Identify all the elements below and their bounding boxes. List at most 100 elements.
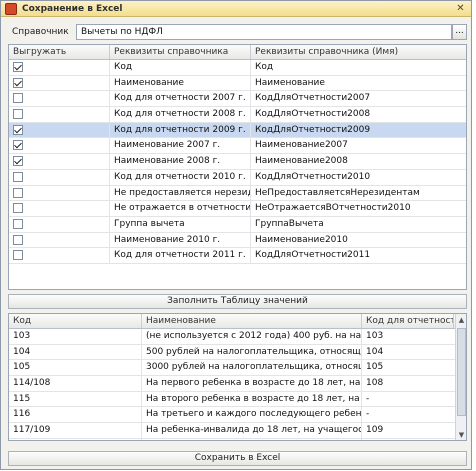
value-row[interactable]: 114/108 На первого ребенка в возрасте до … — [9, 376, 455, 392]
export-checkbox[interactable] — [13, 250, 23, 261]
select-reference-button[interactable]: ... — [452, 24, 467, 40]
attribute-cell: Группа вычета — [110, 216, 251, 232]
attribute-name-cell: КодДляОтчетности2011 — [255, 250, 371, 261]
value-row[interactable]: 117/109 На ребенка-инвалида до 18 лет, на… — [9, 423, 455, 439]
attribute-row[interactable]: Код Код — [9, 60, 466, 76]
export-checkbox[interactable] — [13, 62, 23, 72]
attribute-cell: Не предоставляется нерезид... — [110, 185, 251, 201]
attribute-cell: Код для отчетности 2011 г. — [110, 248, 251, 263]
attribute-name-cell: Код — [255, 62, 274, 72]
report-code-cell: - — [366, 393, 370, 404]
export-cell[interactable] — [9, 138, 110, 154]
report-code-cell: 109 — [366, 425, 384, 436]
attribute-row[interactable]: Код для отчетности 2009 г. КодДляОтчетнос… — [9, 122, 466, 139]
attribute-row[interactable]: Код для отчетности 2011 г. КодДляОтчетнос… — [9, 248, 466, 264]
export-cell[interactable] — [9, 185, 110, 201]
export-checkbox[interactable] — [13, 171, 23, 182]
window-title: Сохранение в Excel — [22, 3, 123, 14]
attributes-table: Выгружать Реквизиты справочника Реквизит… — [8, 44, 467, 290]
export-cell[interactable] — [9, 91, 110, 107]
export-cell[interactable] — [9, 75, 110, 91]
attribute-cell: Наименование — [110, 75, 251, 91]
attribute-row[interactable]: Наименование Наименование — [9, 75, 466, 92]
attribute-row[interactable]: Не отражается в отчетности-... НеОтражает… — [9, 201, 466, 217]
export-cell[interactable] — [9, 248, 110, 263]
attribute-row[interactable]: Код для отчетности 2008 г. КодДляОтчетнос… — [9, 107, 466, 123]
attribute-row[interactable]: Наименование 2007 г. Наименование2007 — [9, 138, 466, 155]
export-checkbox[interactable] — [13, 77, 23, 88]
values-rows: 103 (не используется с 2012 года) 400 руб… — [9, 329, 455, 440]
scroll-up-icon[interactable]: ▲ — [456, 314, 466, 326]
value-row[interactable]: 103 (не используется с 2012 года) 400 руб… — [9, 329, 455, 345]
attribute-cell: Код для отчетности 2010 г. — [110, 169, 251, 185]
export-checkbox[interactable] — [13, 93, 23, 104]
attribute-row[interactable]: Наименование 2008 г. Наименование2008 — [9, 154, 466, 170]
value-row[interactable]: 115 На второго ребенка в возрасте до 18 л… — [9, 391, 455, 408]
attribute-cell: Код — [110, 60, 251, 75]
export-cell[interactable] — [9, 216, 110, 232]
col-header-report-code[interactable]: Код для отчетности ... — [362, 314, 454, 328]
value-row[interactable]: 116 На третьего и каждого последующего ре… — [9, 407, 455, 424]
export-cell[interactable] — [9, 232, 110, 248]
col-header-name[interactable]: Наименование — [142, 314, 362, 328]
report-code-cell: 110 — [362, 439, 455, 440]
values-table: Код Наименование Код для отчетности ... … — [8, 313, 467, 441]
app-icon — [5, 2, 17, 15]
attributes-header: Выгружать Реквизиты справочника Реквизит… — [9, 45, 466, 60]
close-icon[interactable]: ✕ — [454, 3, 467, 14]
code-cell: 115 — [9, 391, 142, 407]
save-to-excel-button[interactable]: Сохранить в Excel — [8, 451, 467, 466]
col-header-export[interactable]: Выгружать — [9, 45, 110, 59]
export-cell[interactable] — [9, 107, 110, 122]
attribute-row[interactable]: Не предоставляется нерезид... НеПредостав… — [9, 185, 466, 202]
attribute-name-cell: КодДляОтчетности2010 — [255, 171, 371, 182]
export-checkbox[interactable] — [13, 203, 23, 214]
attribute-name-cell: ГруппаВычета — [255, 218, 324, 229]
export-checkbox[interactable] — [13, 124, 23, 135]
value-row[interactable]: 105 3000 рублей на налогоплательщика, отн… — [9, 360, 455, 377]
export-checkbox[interactable] — [13, 218, 23, 229]
reference-label: Справочник — [12, 27, 69, 37]
value-row[interactable]: 104 500 рублей на налогоплательщика, отно… — [9, 344, 455, 361]
code-cell: 103 — [9, 329, 142, 344]
col-header-code[interactable]: Код — [9, 314, 142, 328]
export-checkbox[interactable] — [13, 156, 23, 167]
save-to-excel-window: Сохранение в Excel ✕ Справочник Вычеты п… — [0, 0, 472, 470]
attribute-row[interactable]: Код для отчетности 2007 г. КодДляОтчетнос… — [9, 91, 466, 108]
export-checkbox[interactable] — [13, 109, 23, 120]
attribute-row[interactable]: Код для отчетности 2010 г. КодДляОтчетнос… — [9, 169, 466, 186]
attributes-rows: Код Код Наименование Наименование Код для от… — [9, 60, 466, 264]
export-cell[interactable] — [9, 169, 110, 185]
export-cell[interactable] — [9, 122, 110, 138]
values-header: Код Наименование Код для отчетности ... — [9, 314, 466, 329]
attribute-cell: Наименование 2007 г. — [110, 138, 251, 154]
attribute-cell: Наименование 2008 г. — [110, 154, 251, 169]
attribute-name-cell: НеОтражаетсяВОтчетности2010 — [255, 203, 411, 214]
code-cell: 105 — [9, 360, 142, 376]
export-checkbox[interactable] — [13, 234, 23, 245]
code-cell: 118/110 — [9, 438, 142, 440]
scroll-down-icon[interactable]: ▼ — [456, 429, 466, 440]
name-cell: 500 рублей на налогоплательщика, относящ… — [142, 344, 362, 360]
export-cell[interactable] — [9, 201, 110, 216]
attribute-row[interactable]: Группа вычета ГруппаВычета — [9, 216, 466, 233]
attribute-row[interactable]: Наименование 2010 г. Наименование2010 — [9, 232, 466, 249]
report-code-cell: 103 — [366, 331, 384, 341]
value-row[interactable]: 118/110В двойном размере на первого ребе… — [9, 438, 455, 440]
export-checkbox[interactable] — [13, 140, 23, 151]
fill-table-button[interactable]: Заполнить Таблицу значений — [8, 294, 467, 309]
attribute-name-cell: Наименование2010 — [255, 234, 348, 245]
col-header-attribute-name[interactable]: Реквизиты справочника (Имя) — [251, 45, 466, 59]
attribute-name-cell: КодДляОтчетности2008 — [255, 109, 371, 120]
attribute-cell: Наименование 2010 г. — [110, 232, 251, 248]
export-cell[interactable] — [9, 60, 110, 75]
values-scrollbar[interactable]: ▲ ▼ — [455, 314, 466, 440]
export-checkbox[interactable] — [13, 187, 23, 198]
reference-field[interactable]: Вычеты по НДФЛ — [76, 24, 452, 40]
col-header-attribute[interactable]: Реквизиты справочника — [110, 45, 251, 59]
name-cell: (не используется с 2012 года) 400 руб. н… — [142, 329, 362, 344]
scrollbar-thumb[interactable] — [457, 328, 466, 416]
export-cell[interactable] — [9, 154, 110, 169]
attribute-name-cell: КодДляОтчетности2009 — [255, 124, 371, 135]
name-cell: В двойном размере на первого ребенка до … — [142, 438, 362, 440]
